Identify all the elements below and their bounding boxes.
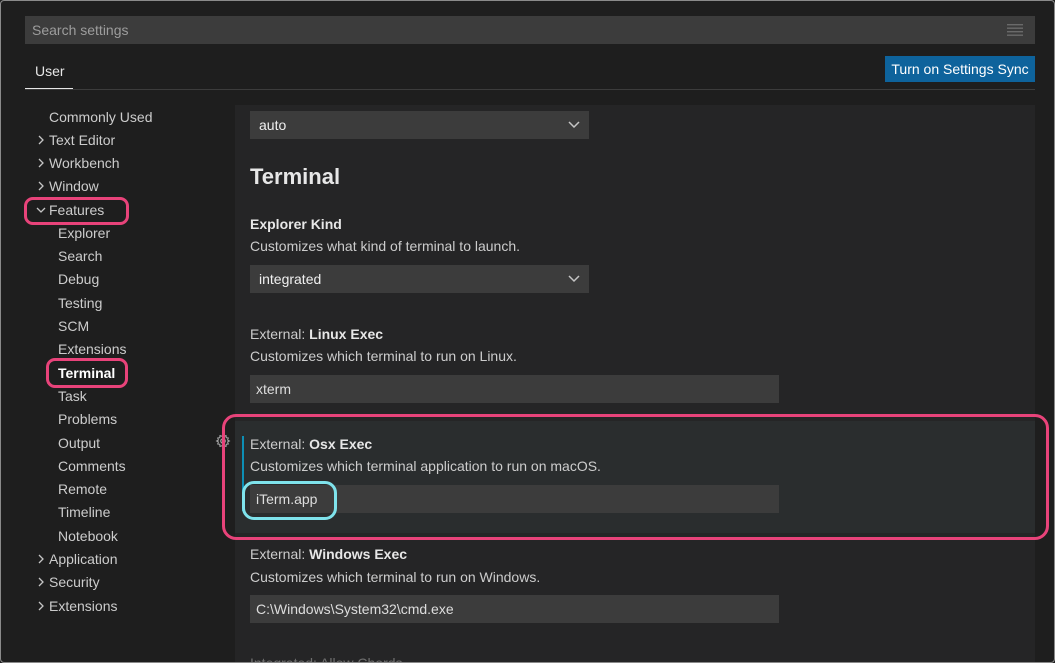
input-value: C:\Windows\System32\cmd.exe [256, 601, 454, 617]
input-value: xterm [256, 381, 291, 397]
setting-desc-windows-exec: Customizes which terminal to run on Wind… [250, 569, 541, 585]
tree-item-extensions[interactable]: Extensions [35, 595, 117, 617]
setting-title-partial: Integrated: Allow Chords [250, 655, 403, 663]
tree-item-label: Testing [58, 295, 103, 311]
tree-item-scm[interactable]: SCM [58, 315, 89, 337]
setting-title-explorer-kind: Explorer Kind [250, 216, 342, 232]
tree-item-testing[interactable]: Testing [58, 292, 102, 314]
tree-item-task[interactable]: Task [58, 385, 87, 407]
highlight-features [24, 197, 129, 225]
tree-item-label: Task [58, 388, 87, 404]
section-title: Terminal [250, 164, 341, 189]
tree-item-commonly-used[interactable]: Commonly Used [35, 106, 152, 128]
tree-item-debug[interactable]: Debug [58, 268, 99, 290]
tree-item-label: Window [49, 178, 99, 194]
tree-item-label: Explorer [58, 225, 111, 241]
tree-item-search[interactable]: Search [58, 245, 102, 267]
tree-item-label: Problems [58, 411, 118, 427]
search-settings-input[interactable]: Search settings [25, 16, 1035, 44]
tree-item-label: Remote [58, 481, 108, 497]
windows-exec-input[interactable]: C:\Windows\System32\cmd.exe [250, 595, 779, 623]
tree-item-label: Commonly Used [49, 109, 153, 125]
tree-item-label: Security [49, 574, 100, 590]
tree-item-problems[interactable]: Problems [58, 408, 117, 430]
explorer-kind-dropdown[interactable]: integrated [250, 265, 589, 293]
chevron-right-icon [35, 595, 47, 617]
chevron-right-icon [35, 175, 47, 197]
tree-item-label: Workbench [49, 155, 120, 171]
chevron-right-icon [35, 129, 47, 151]
chevron-right-icon [35, 548, 47, 570]
tree-item-label: Extensions [58, 341, 127, 357]
tree-item-label: Search [58, 248, 103, 264]
setting-desc-linux-exec: Customizes which terminal to run on Linu… [250, 348, 517, 364]
tree-item-comments[interactable]: Comments [58, 455, 126, 477]
tree-item-output[interactable]: Output [58, 432, 100, 454]
setting-prefix: External: [250, 546, 310, 562]
tree-item-workbench[interactable]: Workbench [35, 152, 120, 174]
chevron-right-icon [35, 152, 47, 174]
tree-item-text-editor[interactable]: Text Editor [35, 129, 115, 151]
dropdown-value: auto [259, 117, 287, 133]
search-placeholder: Search settings [32, 22, 129, 38]
turn-on-settings-sync-button[interactable]: Turn on Settings Sync [885, 56, 1035, 82]
tree-item-label: Timeline [58, 504, 111, 520]
header-divider [25, 89, 1035, 90]
tree-item-label: Notebook [58, 528, 118, 544]
tree-item-label: Text Editor [49, 132, 116, 148]
setting-title-linux-exec: External: Linux Exec [250, 326, 383, 342]
dropdown-top[interactable]: auto [250, 111, 589, 139]
tree-item-label: Debug [58, 271, 100, 287]
settings-window: Search settings User Turn on Settings Sy… [0, 0, 1055, 663]
tree-item-label: Application [49, 551, 118, 567]
linux-exec-input[interactable]: xterm [250, 375, 779, 403]
tree-item-notebook[interactable]: Notebook [58, 525, 118, 547]
tree-item-explorer[interactable]: Explorer [58, 222, 110, 244]
setting-desc-explorer-kind: Customizes what kind of terminal to laun… [250, 238, 521, 254]
tree-item-remote[interactable]: Remote [58, 478, 107, 500]
setting-key: Windows Exec [309, 546, 408, 562]
settings-editor: auto Terminal Explorer Kind Customizes w… [235, 105, 1035, 663]
tree-item-label: Extensions [49, 598, 118, 614]
tree-item-security[interactable]: Security [35, 571, 100, 593]
chevron-down-icon [568, 275, 580, 283]
setting-title-windows-exec: External: Windows Exec [250, 546, 407, 562]
setting-key: Linux Exec [309, 326, 384, 342]
tree-item-label: Output [58, 435, 101, 451]
filter-list-icon[interactable] [1007, 24, 1023, 36]
setting-key: Explorer Kind [250, 216, 342, 232]
tree-item-timeline[interactable]: Timeline [58, 501, 110, 523]
chevron-down-icon [568, 121, 580, 129]
tree-item-extensions-feature[interactable]: Extensions [58, 338, 126, 360]
highlight-osx-exec-setting [222, 414, 1049, 540]
tab-user[interactable]: User [25, 59, 73, 89]
chevron-right-icon [35, 571, 47, 593]
dropdown-value: integrated [259, 271, 322, 287]
tree-item-window[interactable]: Window [35, 175, 99, 197]
tree-item-label: Comments [58, 458, 126, 474]
tree-item-label: SCM [58, 318, 90, 334]
highlight-terminal [46, 358, 128, 388]
highlight-osx-exec-value [242, 481, 337, 520]
tree-item-application[interactable]: Application [35, 548, 118, 570]
setting-prefix: External: [250, 326, 310, 342]
